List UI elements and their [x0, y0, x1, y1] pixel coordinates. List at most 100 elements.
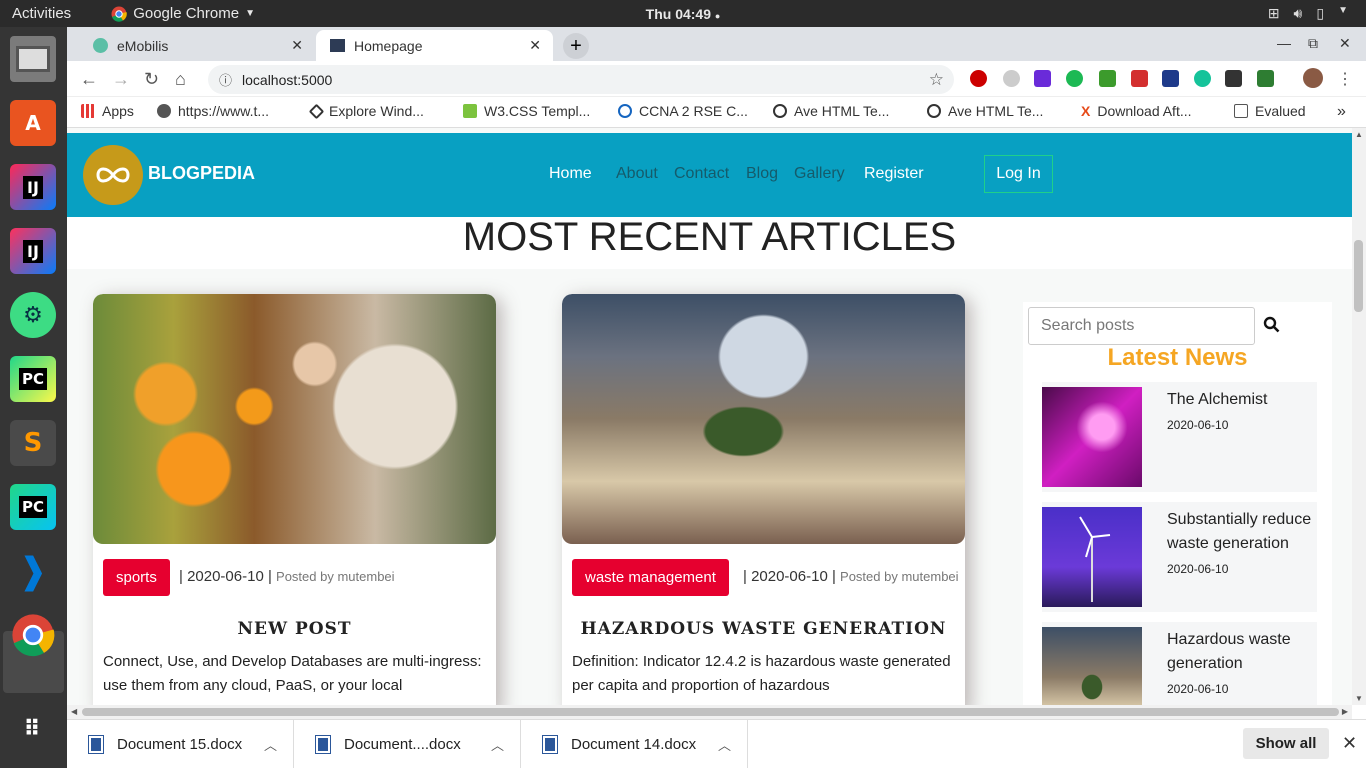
news-item[interactable]: Hazardous waste generation 2020-06-10 — [1042, 622, 1317, 705]
adblock-icon[interactable] — [970, 70, 987, 87]
extension-icon[interactable] — [1066, 70, 1083, 87]
globe-icon — [93, 38, 108, 53]
scroll-left-arrow-icon[interactable]: ◀ — [71, 707, 77, 716]
pycharm-community-icon[interactable]: PC — [10, 484, 56, 530]
horizontal-scrollbar[interactable]: ◀ ▶ — [67, 705, 1352, 719]
maximize-button[interactable]: ⧉ — [1308, 35, 1318, 52]
new-tab-button[interactable]: + — [563, 33, 589, 59]
extension-icon[interactable] — [1225, 70, 1242, 87]
news-thumbnail[interactable] — [1042, 507, 1142, 607]
scrollbar-thumb[interactable] — [1354, 240, 1363, 312]
star-icon[interactable]: ☆ — [929, 70, 944, 90]
activities-button[interactable]: Activities — [12, 5, 71, 22]
extension-icon[interactable] — [1257, 70, 1274, 87]
tab-homepage[interactable]: Homepage ✕ — [316, 30, 553, 61]
word-document-icon — [542, 735, 558, 754]
close-icon[interactable]: ✕ — [529, 37, 541, 54]
show-applications-icon[interactable]: ⠿ — [10, 707, 56, 753]
download-item[interactable]: Document 15.docx ︿ — [67, 720, 294, 768]
vertical-scrollbar[interactable]: ▲ ▼ — [1352, 128, 1366, 705]
nav-gallery[interactable]: Gallery — [794, 165, 845, 183]
search-icon[interactable] — [1263, 316, 1280, 333]
files-icon[interactable] — [10, 36, 56, 82]
avatar[interactable] — [1303, 68, 1323, 88]
system-tray[interactable]: ⊞ 🔊︎ ▯ ▼ — [1268, 5, 1348, 22]
close-icon[interactable]: ✕ — [291, 37, 303, 54]
extension-icon[interactable] — [1034, 70, 1051, 87]
bookmarks-overflow-button[interactable]: » — [1337, 103, 1346, 121]
news-item[interactable]: Substantially reduce waste generation 20… — [1042, 502, 1317, 612]
android-studio-icon[interactable]: ⚙ — [10, 292, 56, 338]
article-card[interactable]: sports | 2020-06-10 | Posted by mutembei… — [93, 294, 496, 705]
tab-emobilis[interactable]: eMobilis ✕ — [79, 30, 315, 61]
category-tag[interactable]: sports — [103, 559, 170, 596]
news-thumbnail[interactable] — [1042, 387, 1142, 487]
grammarly-icon[interactable] — [1194, 70, 1211, 87]
chevron-up-icon[interactable]: ︿ — [264, 735, 277, 754]
chevron-up-icon[interactable]: ︿ — [491, 735, 504, 754]
bookmark-item[interactable]: X Download Aft... — [1081, 103, 1192, 119]
nav-register[interactable]: Register — [864, 165, 924, 183]
bookmark-item[interactable]: Ave HTML Te... — [927, 103, 1043, 119]
bookmark-item[interactable]: Ave HTML Te... — [773, 103, 889, 119]
search-input[interactable] — [1028, 307, 1255, 345]
menu-icon[interactable]: ⋮ — [1337, 69, 1353, 89]
nav-contact[interactable]: Contact — [674, 165, 729, 183]
sublime-text-icon[interactable]: S — [10, 420, 56, 466]
article-image[interactable] — [562, 294, 965, 544]
news-title[interactable]: Substantially reduce waste generation — [1167, 508, 1317, 556]
scroll-up-arrow-icon[interactable]: ▲ — [1355, 130, 1363, 139]
app-menu[interactable]: Google Chrome ▼ — [111, 5, 255, 22]
bookmark-item[interactable]: https://www.t... — [157, 103, 269, 119]
extension-icon[interactable] — [1162, 70, 1179, 87]
extension-icon[interactable] — [1003, 70, 1020, 87]
bookmark-item[interactable]: CCNA 2 RSE C... — [618, 103, 748, 119]
intellij-icon[interactable]: IJ — [10, 164, 56, 210]
news-title[interactable]: Hazardous waste generation — [1167, 628, 1317, 676]
article-card[interactable]: waste management | 2020-06-10 | Posted b… — [562, 294, 965, 705]
home-button[interactable]: ⌂ — [175, 69, 186, 90]
chrome-icon[interactable] — [10, 612, 56, 658]
login-button[interactable]: Log In — [984, 155, 1053, 193]
vscode-icon[interactable]: ❱ — [10, 548, 56, 594]
minimize-button[interactable]: — — [1277, 35, 1291, 51]
chevron-up-icon[interactable]: ︿ — [718, 735, 731, 754]
logo[interactable] — [83, 145, 143, 205]
scrollbar-thumb[interactable] — [82, 708, 1339, 716]
nav-about[interactable]: About — [616, 165, 658, 183]
article-title[interactable]: NEW POST — [93, 619, 496, 639]
bookmark-item[interactable]: Evalued — [1234, 103, 1306, 119]
pycharm-icon[interactable]: PC — [10, 356, 56, 402]
forward-button[interactable]: → — [112, 69, 130, 90]
software-center-icon[interactable]: A — [10, 100, 56, 146]
back-button[interactable]: ← — [80, 69, 98, 90]
close-icon[interactable]: ✕ — [1342, 733, 1357, 754]
bookmark-apps[interactable]: Apps — [81, 103, 134, 119]
download-item[interactable]: Document 14.docx ︿ — [521, 720, 748, 768]
bookmark-item[interactable]: W3.CSS Templ... — [463, 103, 590, 119]
bookmark-item[interactable]: Explore Wind... — [308, 103, 424, 119]
article-image[interactable] — [93, 294, 496, 544]
brand-name[interactable]: BLOGPEDIA — [148, 163, 255, 184]
nav-blog[interactable]: Blog — [746, 165, 778, 183]
category-tag[interactable]: waste management — [572, 559, 729, 596]
clock[interactable]: Thu 04:49 ● — [646, 6, 721, 22]
reload-button[interactable]: ↻ — [144, 69, 159, 90]
scroll-right-arrow-icon[interactable]: ▶ — [1342, 707, 1348, 716]
ring-icon — [927, 104, 941, 118]
address-bar[interactable]: ⓘ localhost:5000 ☆ — [208, 65, 954, 94]
news-item[interactable]: The Alchemist 2020-06-10 — [1042, 382, 1317, 492]
article-date: | 2020-06-10 | — [743, 568, 836, 585]
article-title[interactable]: HAZARDOUS WASTE GENERATION — [562, 619, 965, 639]
show-all-button[interactable]: Show all — [1243, 728, 1329, 759]
nav-home[interactable]: Home — [549, 165, 592, 183]
news-thumbnail[interactable] — [1042, 627, 1142, 705]
download-item[interactable]: Document....docx ︿ — [294, 720, 521, 768]
extension-icon[interactable] — [1131, 70, 1148, 87]
extension-icon[interactable] — [1099, 70, 1116, 87]
article-meta: | 2020-06-10 | Posted by mutembei — [179, 568, 395, 585]
news-title[interactable]: The Alchemist — [1167, 388, 1317, 412]
scroll-down-arrow-icon[interactable]: ▼ — [1355, 694, 1363, 703]
intellij-community-icon[interactable]: IJ — [10, 228, 56, 274]
window-close-button[interactable]: ✕ — [1339, 35, 1351, 52]
